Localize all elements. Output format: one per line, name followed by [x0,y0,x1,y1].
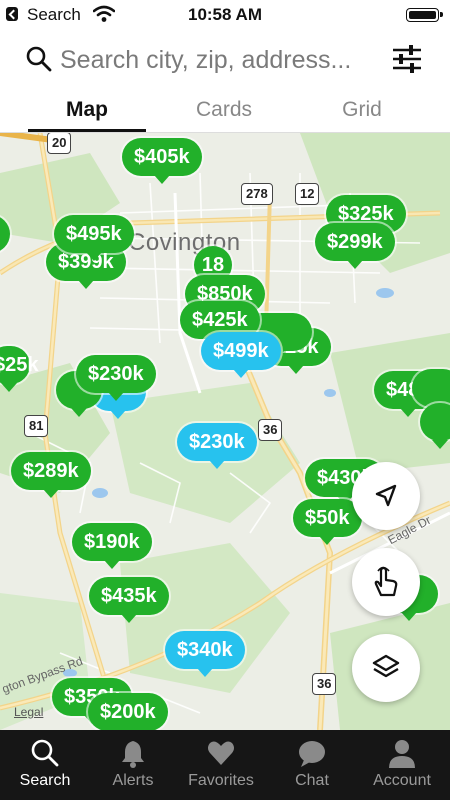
nav-alerts[interactable]: Alerts [88,730,178,800]
tab-grid[interactable]: Grid [287,98,437,122]
price-pin[interactable]: $495k [54,215,134,261]
price-pin[interactable]: $405k [122,138,202,184]
price-pin[interactable]: $190k [72,523,152,569]
nav-favorites[interactable]: Favorites [176,730,266,800]
nav-label: Search [19,772,71,789]
layers-icon [372,654,400,678]
legal-link[interactable]: Legal [14,705,43,719]
price-pin[interactable] [420,403,450,449]
price-pin[interactable]: $435k [89,577,169,623]
price-pin[interactable]: $299k [315,223,395,269]
nav-search[interactable]: Search [0,730,90,800]
price-pin[interactable]: $230k [76,355,156,401]
person-icon [389,740,415,768]
price-pin[interactable]: $200k [88,693,168,730]
chat-icon [299,741,325,767]
price-pin[interactable]: $50k [293,499,362,545]
search-icon [26,46,52,72]
price-pin[interactable] [412,369,450,415]
clock: 10:58 AM [187,5,262,24]
filter-sliders-icon[interactable] [390,42,424,76]
price-pin[interactable]: $340k [165,631,245,677]
search-bar [0,30,450,90]
route-shield: 278 [241,183,273,205]
route-shield: 36 [312,673,337,695]
route-shield: 81 [24,415,49,437]
draw-hand-icon [374,566,398,597]
active-tab-indicator [28,129,146,132]
bottom-nav: Search Alerts Favorites Chat Account [0,730,450,800]
map-layers-button[interactable] [352,634,420,702]
route-shield: 20 [47,133,72,154]
battery-icon [406,8,443,22]
nav-label: Account [373,772,431,789]
status-bar: Search 10:58 AM [0,0,450,30]
bell-icon [122,741,144,768]
price-pin[interactable]: $25k [0,346,39,392]
route-shield: 36 [258,419,283,441]
heart-icon [208,741,234,765]
map-view[interactable]: Covington Eagle Dr gton Bypass Rd 20 278… [0,133,450,730]
price-pin[interactable]: $230k [177,423,257,469]
nav-label: Chat [295,772,329,789]
nav-account[interactable]: Account [357,730,447,800]
view-tabs: Map Cards Grid [0,90,450,133]
nav-chat[interactable]: Chat [267,730,357,800]
tab-map[interactable]: Map [12,98,162,122]
nav-label: Alerts [112,772,154,789]
nav-label: Favorites [188,772,254,789]
search-input[interactable] [60,44,380,76]
tab-cards[interactable]: Cards [149,98,299,122]
search-icon [31,739,59,767]
price-pin[interactable]: $289k [11,452,91,498]
draw-area-button[interactable] [352,548,420,616]
locate-me-button[interactable] [352,462,420,530]
route-shield: 12 [295,183,320,205]
location-arrow-icon [375,484,397,507]
price-pin-selected[interactable]: $499k [201,332,281,378]
